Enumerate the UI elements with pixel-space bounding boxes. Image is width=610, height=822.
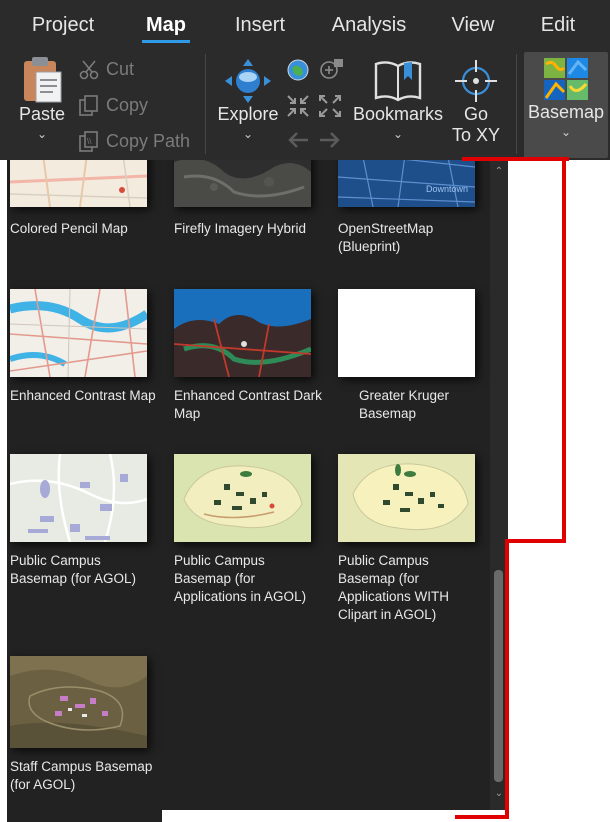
copy-path-label: Copy Path — [106, 131, 191, 151]
basemap-thumbnail — [174, 160, 311, 207]
group-separator — [205, 54, 206, 154]
basemap-name: Enhanced Contrast Dark Map — [174, 388, 322, 421]
chevron-down-icon: ⌄ — [242, 127, 254, 141]
annotation-outline — [462, 157, 569, 161]
basemap-thumbnail — [10, 160, 147, 207]
arcgis-pro-window: Project Map Insert Analysis View Edit Pa… — [0, 0, 610, 822]
paste-label: Paste — [18, 104, 66, 124]
basemap-name: Staff Campus Basemap (for AGOL) — [10, 759, 153, 792]
basemap-item-public-campus-basemap-applications[interactable]: Public Campus Basemap (for Applications … — [171, 454, 331, 629]
map-ribbon: Paste ⌄ Cut Copy \\ Copy Path Explore ⌄ … — [0, 50, 610, 160]
basemap-thumbnail — [10, 454, 147, 542]
basemap-thumbnail — [338, 289, 475, 377]
basemap-name: Colored Pencil Map — [10, 221, 128, 236]
annotation-outline — [505, 539, 566, 543]
fixed-zoom-in-icon[interactable] — [286, 94, 310, 118]
basemap-item-colored-pencil-map[interactable]: Colored Pencil Map — [7, 160, 167, 307]
basemap-thumbnail: Downtown — [338, 160, 475, 207]
basemap-item-enhanced-contrast-dark-map[interactable]: Enhanced Contrast Dark Map — [171, 289, 331, 464]
paste-button[interactable]: Paste ⌄ — [10, 54, 74, 154]
explore-label: Explore — [217, 104, 279, 124]
basemap-name: OpenStreetMap (Blueprint) — [338, 221, 434, 254]
scissors-icon — [79, 60, 99, 80]
basemap-item-public-campus-basemap[interactable]: Public Campus Basemap (for AGOL) — [7, 454, 167, 629]
basemap-item-enhanced-contrast-map[interactable]: Enhanced Contrast Map — [7, 289, 167, 464]
gallery-bottom-edge — [7, 810, 162, 822]
basemap-item-staff-campus-basemap[interactable]: Staff Campus Basemap (for AGOL) — [7, 656, 167, 810]
basemap-icon — [542, 56, 590, 102]
basemap-thumbnail — [174, 454, 311, 542]
basemap-name: Public Campus Basemap (for Applications … — [338, 553, 450, 622]
basemap-label: Basemap — [527, 102, 605, 122]
go-to-xy-button[interactable]: Go To XY — [446, 54, 506, 154]
chevron-down-icon: ⌄ — [560, 125, 572, 139]
basemap-thumbnail — [174, 289, 311, 377]
tab-view[interactable]: View — [448, 0, 498, 50]
basemap-thumbnail — [10, 289, 147, 377]
basemap-gallery: Colored Pencil Map Firefly Imagery Hybri… — [7, 160, 490, 810]
group-separator — [516, 54, 517, 154]
cut-button[interactable]: Cut — [78, 54, 134, 84]
basemap-name: Public Campus Basemap (for Applications … — [174, 553, 307, 604]
explore-icon — [224, 58, 272, 104]
ribbon-tab-bar: Project Map Insert Analysis View Edit — [0, 0, 610, 50]
basemap-item-openstreetmap-blueprint[interactable]: Downtown OpenStreetMap (Blueprint) — [335, 160, 490, 307]
bookmarks-label: Bookmarks — [352, 104, 444, 124]
copy-label: Copy — [106, 95, 149, 115]
bookmarks-icon — [372, 58, 424, 104]
basemap-button[interactable]: Basemap ⌄ — [524, 52, 608, 158]
annotation-outline — [455, 815, 509, 819]
tab-edit[interactable]: Edit — [536, 0, 580, 50]
explore-button[interactable]: Explore ⌄ — [214, 54, 282, 154]
basemap-item-public-campus-basemap-clipart[interactable]: Public Campus Basemap (for Applications … — [335, 454, 490, 629]
copy-path-button[interactable]: \\ Copy Path — [78, 126, 190, 156]
go-to-xy-label-1: Go — [463, 104, 488, 124]
tab-analysis[interactable]: Analysis — [328, 0, 410, 50]
basemap-name: Greater Kruger Basemap — [359, 388, 450, 421]
basemap-thumbnail — [10, 656, 147, 748]
full-extent-icon[interactable] — [286, 58, 310, 82]
basemap-thumbnail — [338, 454, 475, 542]
basemap-name: Public Campus Basemap (for AGOL) — [10, 553, 137, 586]
paste-icon — [21, 56, 63, 104]
fixed-zoom-out-icon[interactable] — [318, 94, 342, 118]
copy-icon — [79, 95, 98, 117]
copy-path-icon: \\ — [79, 131, 98, 153]
scroll-up-icon[interactable]: ⌃ — [490, 166, 508, 177]
bookmarks-button[interactable]: Bookmarks ⌄ — [350, 54, 446, 154]
tab-map[interactable]: Map — [142, 0, 190, 50]
scrollbar-thumb[interactable] — [494, 570, 503, 782]
crosshair-icon — [453, 58, 499, 104]
svg-text:\\: \\ — [87, 137, 92, 146]
chevron-down-icon: ⌄ — [36, 127, 48, 141]
zoom-to-selection-icon[interactable] — [318, 58, 344, 82]
copy-button[interactable]: Copy — [78, 90, 148, 120]
svg-text:Downtown: Downtown — [426, 184, 468, 194]
annotation-outline — [505, 539, 509, 819]
go-to-xy-label-2: To XY — [451, 125, 501, 145]
basemap-name: Enhanced Contrast Map — [10, 388, 156, 403]
basemap-name: Firefly Imagery Hybrid — [174, 221, 307, 236]
tab-insert[interactable]: Insert — [230, 0, 290, 50]
previous-extent-icon[interactable] — [286, 130, 310, 150]
annotation-outline — [562, 157, 566, 543]
basemap-item-greater-kruger-basemap[interactable]: Greater Kruger Basemap — [335, 289, 490, 464]
chevron-down-icon: ⌄ — [392, 127, 404, 141]
tab-project[interactable]: Project — [24, 0, 102, 50]
cut-label: Cut — [106, 59, 135, 79]
next-extent-icon[interactable] — [318, 130, 342, 150]
basemap-item-firefly-imagery-hybrid[interactable]: Firefly Imagery Hybrid — [171, 160, 331, 307]
